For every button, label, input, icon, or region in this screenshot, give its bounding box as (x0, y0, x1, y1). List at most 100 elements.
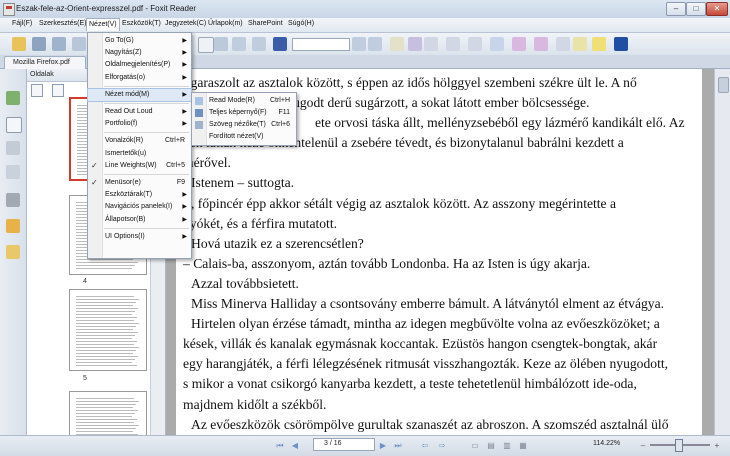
signature-icon[interactable] (6, 245, 20, 259)
page-number-input[interactable]: 3 / 16 (313, 438, 375, 451)
submenu-arrow-icon: ▶ (182, 91, 187, 98)
open-icon[interactable] (12, 37, 26, 51)
page-thumbnail[interactable] (69, 289, 147, 371)
view-menu-item-navigacios-panelek[interactable]: Navigációs panelek(I) ▶ (88, 201, 191, 213)
find-icon[interactable] (273, 37, 287, 51)
document-scroll-thumb[interactable] (718, 77, 729, 93)
search-input[interactable] (292, 38, 350, 51)
comments-panel-icon[interactable] (6, 165, 20, 179)
text-tool-icon[interactable] (512, 37, 526, 51)
view-menu-item-nagyitas[interactable]: Nagyítás(Z) ▶ (88, 47, 191, 59)
title-bar: Eszak-fele-az-Orient-expresszel.pdf - Fo… (0, 0, 730, 18)
menu-separator (104, 227, 189, 229)
continuous-icon[interactable]: ▤ (486, 441, 496, 451)
prev-page-icon[interactable]: ◀ (290, 441, 300, 451)
minimize-button[interactable]: – (666, 2, 686, 16)
zoom-in-icon[interactable]: + (712, 441, 722, 451)
text-line: Hirtelen olyan érzése támadt, mintha az … (191, 316, 660, 332)
page-delete-icon[interactable] (52, 84, 64, 97)
search-prev-icon[interactable] (352, 37, 366, 51)
view-menu-item-line-weights[interactable]: ✓ Line Weights(W) Ctrl+5 (88, 160, 191, 172)
first-page-icon[interactable]: ⏮ (275, 441, 285, 451)
document-scrollbar[interactable] (714, 69, 730, 443)
menu-item-label: Oldalmegjelenítés(P) (105, 61, 171, 69)
view-menu-item-allapotsor[interactable]: Állapotsor(B) ▶ (88, 214, 191, 226)
zoom-in-icon[interactable] (252, 37, 266, 51)
back-icon[interactable]: ⇦ (420, 441, 430, 451)
check-icon: ✓ (91, 160, 98, 170)
menu-item-shortcut: Ctrl+R (164, 137, 185, 145)
typewriter-icon[interactable] (408, 37, 422, 51)
layers-icon[interactable] (6, 141, 20, 155)
view-mode-submenu: Read Mode(R) Ctrl+H Teljes képernyő(F) F11 S… (191, 92, 297, 146)
callout-icon[interactable] (534, 37, 548, 51)
comment-icon[interactable] (592, 37, 606, 51)
next-page-icon[interactable]: ▶ (378, 441, 388, 451)
view-menu-item-vonalzok[interactable]: Vonalzók(R) Ctrl+R (88, 135, 191, 147)
single-page-icon[interactable]: ▭ (470, 441, 480, 451)
print-icon[interactable] (52, 37, 66, 51)
menu-edit[interactable]: Szerkesztés(E) (37, 20, 88, 27)
menu-sharepoint[interactable]: SharePoint (246, 20, 285, 27)
menu-item-label: Állapotsor(B) (105, 215, 146, 223)
submenu-arrow-icon: ▶ (182, 216, 187, 223)
note-icon[interactable] (573, 37, 587, 51)
menu-forms[interactable]: Űrlapok(m) (206, 20, 245, 27)
view-menu-item-elforgatas[interactable]: Elforgatás(o) ▶ (88, 72, 191, 84)
menu-item-shortcut: F9 (176, 179, 185, 186)
forward-icon[interactable]: ⇨ (437, 441, 447, 451)
navigation-rail (0, 69, 27, 443)
text-line: egy harangjáték, a férfi lélegzésének ri… (183, 356, 669, 372)
pages-icon[interactable] (6, 117, 22, 133)
last-page-icon[interactable]: ⏭ (393, 441, 403, 451)
menu-file[interactable]: Fájl(F) (10, 20, 34, 27)
facing-icon[interactable]: ▥ (502, 441, 512, 451)
stamp-icon[interactable] (556, 37, 570, 51)
view-menu-item-portfolio[interactable]: Portfolio(f) ▶ (88, 118, 191, 130)
zoom-fit-icon[interactable] (424, 37, 438, 51)
blank-page-icon[interactable] (198, 37, 214, 53)
zoom-out-icon[interactable]: – (638, 441, 648, 451)
submenu-arrow-icon: ▶ (182, 38, 187, 44)
check-icon: ✓ (91, 178, 98, 187)
fit-width-icon[interactable] (468, 37, 482, 51)
page-options-icon[interactable] (31, 84, 43, 97)
continuous-facing-icon[interactable]: ▦ (518, 441, 528, 451)
view-mode-item-forditott-nezet[interactable]: Fordított nézet(V) (192, 131, 296, 143)
menu-item-shortcut: Ctrl+6 (271, 121, 290, 128)
search-next-icon[interactable] (368, 37, 382, 51)
menu-item-label: Eszköztárak(T) (105, 191, 153, 199)
tab-document[interactable]: Mozilla Firefox.pdf (4, 56, 86, 69)
menu-help[interactable]: Súgó(H) (286, 20, 316, 27)
snapshot-icon[interactable] (214, 37, 228, 51)
view-mode-item-szoveg-nezoke[interactable]: Szöveg nézőke(T) Ctrl+6 (192, 119, 296, 131)
fit-page-icon[interactable] (446, 37, 460, 51)
view-menu-item-oldalmegjelenites[interactable]: Oldalmegjelenítés(P) ▶ (88, 59, 191, 71)
view-mode-item-teljes-kepernyo[interactable]: Teljes képernyő(F) F11 (192, 107, 296, 119)
foxit-icon[interactable] (614, 37, 628, 51)
view-mode-item-read-mode[interactable]: Read Mode(R) Ctrl+H (192, 95, 296, 107)
panel-title: Oldalak (30, 71, 54, 78)
maximize-button[interactable]: □ (686, 2, 706, 16)
attachment-icon[interactable] (6, 193, 20, 207)
submenu-arrow-icon: ▶ (182, 62, 187, 69)
menu-comments[interactable]: Jegyzetek(C) (163, 20, 208, 27)
security-icon[interactable] (6, 219, 20, 233)
rotate-icon[interactable] (490, 37, 504, 51)
view-menu-item-read-out-loud[interactable]: Read Out Loud ▶ (88, 106, 191, 118)
menu-tools[interactable]: Eszközök(T) (120, 20, 163, 27)
view-menu-item-go-to[interactable]: Go To(G) ▶ (88, 35, 191, 47)
view-menu-item-eszkoztarak[interactable]: Eszköztárak(T) ▶ (88, 189, 191, 201)
email-icon[interactable] (72, 37, 86, 51)
view-menu-item-menusor[interactable]: ✓ Menüsor(e) F9 (88, 177, 191, 189)
view-menu-item-nezet-mod[interactable]: Nézet mód(M) ▶ (87, 87, 192, 102)
bookmarks-icon[interactable] (6, 91, 20, 105)
close-button[interactable]: ✕ (706, 2, 728, 16)
view-menu-item-ismertetok[interactable]: Ismertetők(u) (88, 148, 191, 160)
save-icon[interactable] (32, 37, 46, 51)
highlight-icon[interactable] (390, 37, 404, 51)
zoom-slider-handle[interactable] (675, 439, 683, 452)
view-menu-item-ui-options[interactable]: UI Options(I) ▶ (88, 231, 191, 243)
zoom-out-icon[interactable] (232, 37, 246, 51)
menu-view[interactable]: Nézet(V) (86, 18, 120, 31)
